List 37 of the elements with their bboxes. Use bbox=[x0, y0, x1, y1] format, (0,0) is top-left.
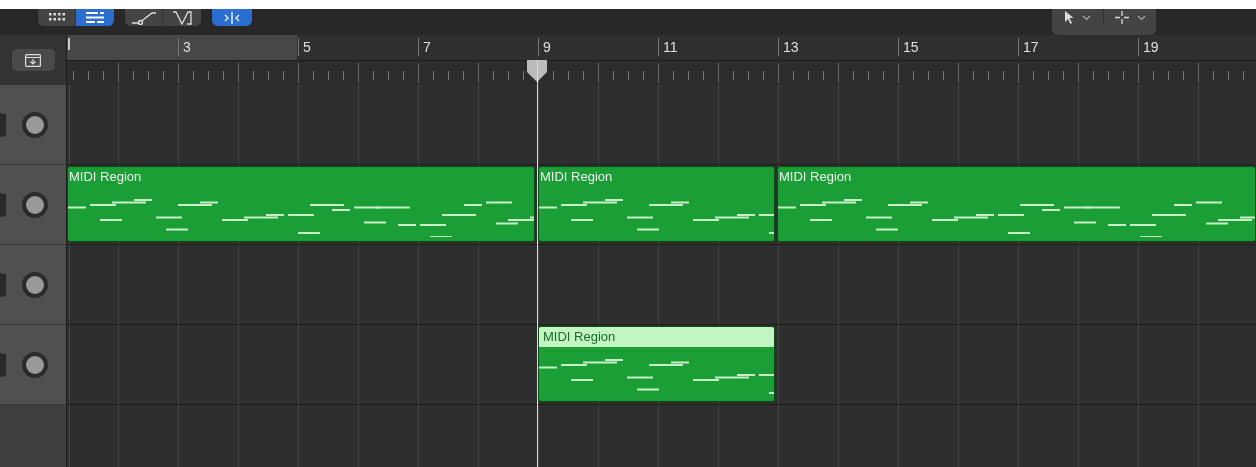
download-button[interactable] bbox=[11, 49, 55, 71]
region-name: MIDI Region bbox=[778, 168, 853, 186]
toolbar-button[interactable] bbox=[38, 9, 76, 26]
bar-number: 9 bbox=[538, 38, 551, 56]
volume-knob[interactable] bbox=[22, 271, 48, 298]
bar-number: 7 bbox=[418, 38, 431, 56]
midi-region[interactable]: MIDI Region bbox=[538, 326, 775, 402]
bar-number: 3 bbox=[178, 38, 191, 56]
midi-region[interactable]: MIDI Region bbox=[538, 166, 775, 242]
bar-number: 11 bbox=[658, 38, 678, 56]
playhead-handle bbox=[527, 60, 547, 82]
inward-arrows-icon bbox=[223, 11, 241, 24]
curve-line-icon bbox=[131, 10, 156, 25]
download-box-icon bbox=[25, 53, 41, 67]
volume-knob[interactable] bbox=[22, 351, 48, 378]
midi-region[interactable]: MIDI Region bbox=[67, 166, 535, 242]
chevron-down-icon bbox=[1136, 14, 1146, 21]
volume-knob[interactable] bbox=[22, 191, 48, 218]
bar-number: 13 bbox=[778, 38, 799, 56]
toolbar-button[interactable] bbox=[125, 9, 163, 26]
bar-number: 15 bbox=[898, 38, 919, 56]
pointer-icon bbox=[1064, 11, 1074, 24]
chevron-down-icon bbox=[1082, 14, 1091, 21]
volume-knob[interactable] bbox=[22, 111, 48, 138]
crosshair-icon bbox=[1114, 11, 1129, 24]
toolbar-button[interactable] bbox=[76, 9, 114, 26]
bar-number: 17 bbox=[1018, 38, 1039, 56]
bar-number: 5 bbox=[298, 38, 311, 56]
region-name: MIDI Region bbox=[539, 327, 774, 347]
midi-region[interactable]: MIDI Region bbox=[777, 166, 1256, 242]
grid-icon bbox=[48, 12, 65, 23]
locator-marker bbox=[68, 38, 70, 50]
list-icon bbox=[86, 12, 104, 23]
bar-number: 19 bbox=[1138, 38, 1159, 56]
catch-button[interactable] bbox=[212, 9, 252, 26]
region-name: MIDI Region bbox=[539, 168, 614, 186]
region-name: MIDI Region bbox=[68, 168, 143, 186]
